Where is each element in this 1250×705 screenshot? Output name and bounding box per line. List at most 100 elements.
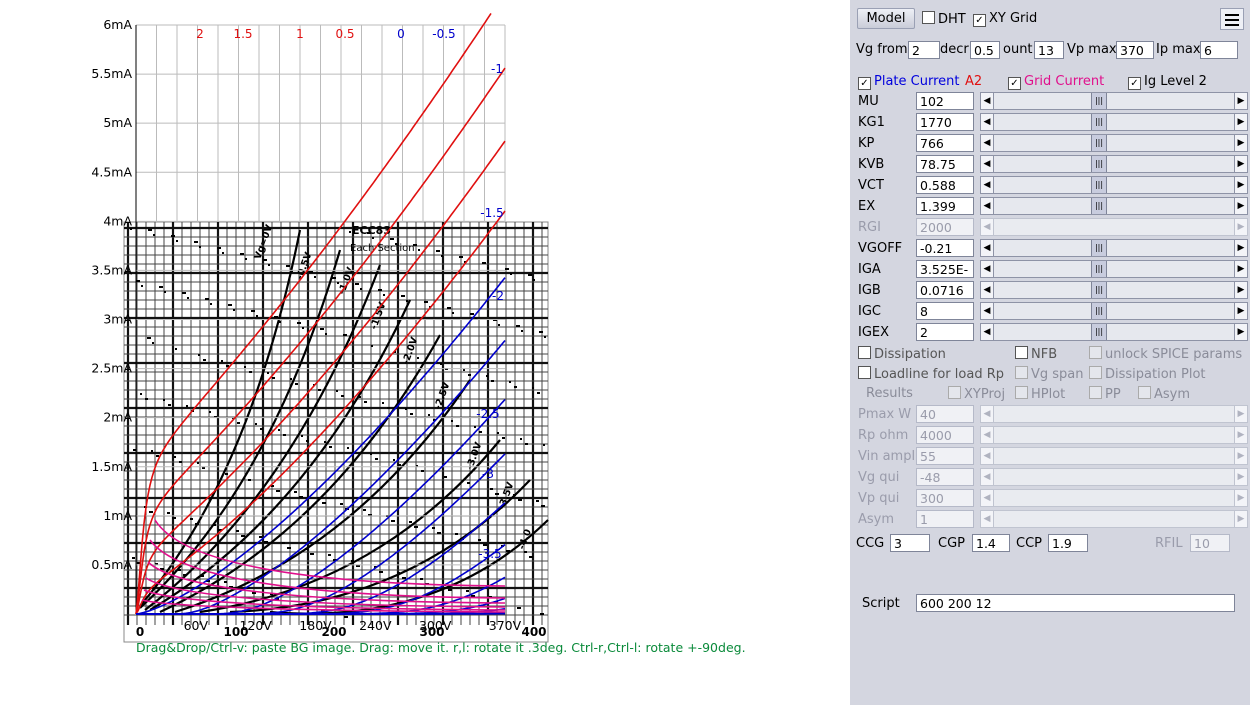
dht-checkbox-box[interactable] xyxy=(922,11,935,24)
slider-right-arrow-icon[interactable]: ▶ xyxy=(1234,426,1248,444)
hplot-checkbox[interactable]: HPlot xyxy=(1015,386,1065,402)
slider-thumb[interactable]: ||| xyxy=(1091,324,1107,340)
slider-left-arrow-icon[interactable]: ◀ xyxy=(980,113,994,131)
hamburger-menu-icon[interactable] xyxy=(1220,8,1244,30)
param-input[interactable]: 766 xyxy=(916,134,974,152)
slider-track[interactable] xyxy=(994,510,1234,528)
slider-left-arrow-icon[interactable]: ◀ xyxy=(980,176,994,194)
load-param-input[interactable]: 40 xyxy=(916,405,974,423)
xy-grid-checkbox-box[interactable]: ✓ xyxy=(973,14,986,27)
slider-track[interactable] xyxy=(994,218,1234,236)
load-param-slider[interactable]: ◀ ▶ xyxy=(980,468,1248,486)
slider-thumb[interactable]: ||| xyxy=(1091,240,1107,256)
load-param-slider[interactable]: ◀ ▶ xyxy=(980,405,1248,423)
slider-right-arrow-icon[interactable]: ▶ xyxy=(1234,405,1248,423)
slider-right-arrow-icon[interactable]: ▶ xyxy=(1234,134,1248,152)
load-param-slider[interactable]: ◀ ▶ xyxy=(980,510,1248,528)
slider-right-arrow-icon[interactable]: ▶ xyxy=(1234,447,1248,465)
pp-checkbox-box[interactable] xyxy=(1089,386,1102,399)
load-param-input[interactable]: 4000 xyxy=(916,426,974,444)
nfb-checkbox[interactable]: NFB xyxy=(1015,346,1057,362)
slider-track[interactable] xyxy=(994,447,1234,465)
loadline-checkbox[interactable]: Loadline for load Rp xyxy=(858,366,1004,382)
slider-right-arrow-icon[interactable]: ▶ xyxy=(1234,113,1248,131)
slider-left-arrow-icon[interactable]: ◀ xyxy=(980,197,994,215)
slider-thumb[interactable]: ||| xyxy=(1091,303,1107,319)
slider-left-arrow-icon[interactable]: ◀ xyxy=(980,134,994,152)
xyproj-checkbox-box[interactable] xyxy=(948,386,961,399)
slider-track[interactable]: ||| xyxy=(994,281,1234,299)
param-input[interactable]: -0.21 xyxy=(916,239,974,257)
plot-area[interactable]: ECC83 Each Section Vg=0V -0.5V -1.0V -1.5V -2.… xyxy=(0,0,850,705)
dht-checkbox[interactable]: DHT xyxy=(922,11,966,27)
slider-left-arrow-icon[interactable]: ◀ xyxy=(980,426,994,444)
pp-checkbox[interactable]: PP xyxy=(1089,386,1121,402)
slider-right-arrow-icon[interactable]: ▶ xyxy=(1234,197,1248,215)
slider-left-arrow-icon[interactable]: ◀ xyxy=(980,281,994,299)
slider-track[interactable]: ||| xyxy=(994,260,1234,278)
slider-track[interactable]: ||| xyxy=(994,113,1234,131)
slider-track[interactable] xyxy=(994,489,1234,507)
slider-track[interactable]: ||| xyxy=(994,155,1234,173)
ig-level-checkbox-box[interactable]: ✓ xyxy=(1128,77,1141,90)
slider-track[interactable]: ||| xyxy=(994,92,1234,110)
slider-track[interactable] xyxy=(994,405,1234,423)
slider-thumb[interactable]: ||| xyxy=(1091,261,1107,277)
slider-track[interactable]: ||| xyxy=(994,176,1234,194)
xyproj-checkbox[interactable]: XYProj xyxy=(948,386,1005,402)
slider-left-arrow-icon[interactable]: ◀ xyxy=(980,405,994,423)
vg-span-checkbox[interactable]: Vg span xyxy=(1015,366,1084,382)
param-input[interactable]: 0.0716 xyxy=(916,281,974,299)
slider-right-arrow-icon[interactable]: ▶ xyxy=(1234,155,1248,173)
slider-right-arrow-icon[interactable]: ▶ xyxy=(1234,281,1248,299)
slider-left-arrow-icon[interactable]: ◀ xyxy=(980,489,994,507)
dissipation-checkbox-box[interactable] xyxy=(858,346,871,359)
slider-thumb[interactable]: ||| xyxy=(1091,156,1107,172)
characteristic-plot[interactable]: ECC83Each SectionVg=0V-0.5V -1.0V-1.5V-2.… xyxy=(0,0,850,705)
slider-thumb[interactable]: ||| xyxy=(1091,198,1107,214)
cgp-input[interactable]: 1.4 xyxy=(972,534,1010,552)
slider-right-arrow-icon[interactable]: ▶ xyxy=(1234,510,1248,528)
slider-right-arrow-icon[interactable]: ▶ xyxy=(1234,323,1248,341)
dissipation-plot-checkbox[interactable]: Dissipation Plot xyxy=(1089,366,1206,382)
slider-track[interactable] xyxy=(994,468,1234,486)
slider-left-arrow-icon[interactable]: ◀ xyxy=(980,323,994,341)
slider-left-arrow-icon[interactable]: ◀ xyxy=(980,239,994,257)
slider-right-arrow-icon[interactable]: ▶ xyxy=(1234,468,1248,486)
slider-track[interactable] xyxy=(994,426,1234,444)
param-slider[interactable]: ◀ ▶ xyxy=(980,218,1248,236)
decr-input[interactable]: 0.5 xyxy=(970,41,1000,59)
param-input[interactable]: 78.75 xyxy=(916,155,974,173)
slider-right-arrow-icon[interactable]: ▶ xyxy=(1234,218,1248,236)
dissipation-checkbox[interactable]: Dissipation xyxy=(858,346,946,362)
load-param-input[interactable]: 55 xyxy=(916,447,974,465)
loadline-checkbox-box[interactable] xyxy=(858,366,871,379)
slider-left-arrow-icon[interactable]: ◀ xyxy=(980,468,994,486)
load-param-input[interactable]: -48 xyxy=(916,468,974,486)
vg-from-input[interactable]: 2 xyxy=(908,41,940,59)
ig-level-checkbox[interactable]: ✓ Ig Level 2 xyxy=(1128,74,1207,90)
param-slider[interactable]: ◀ ||| ▶ xyxy=(980,260,1248,278)
param-slider[interactable]: ◀ ||| ▶ xyxy=(980,176,1248,194)
param-slider[interactable]: ◀ ||| ▶ xyxy=(980,92,1248,110)
param-input[interactable]: 8 xyxy=(916,302,974,320)
dissipation-plot-checkbox-box[interactable] xyxy=(1089,366,1102,379)
grid-current-checkbox-box[interactable]: ✓ xyxy=(1008,77,1021,90)
load-param-slider[interactable]: ◀ ▶ xyxy=(980,489,1248,507)
plate-current-checkbox[interactable]: ✓ Plate Current xyxy=(858,74,959,90)
slider-left-arrow-icon[interactable]: ◀ xyxy=(980,218,994,236)
param-input[interactable]: 1.399 xyxy=(916,197,974,215)
slider-thumb[interactable]: ||| xyxy=(1091,93,1107,109)
ccp-input[interactable]: 1.9 xyxy=(1048,534,1088,552)
xy-grid-checkbox[interactable]: ✓ XY Grid xyxy=(973,11,1037,27)
slider-track[interactable]: ||| xyxy=(994,239,1234,257)
param-slider[interactable]: ◀ ||| ▶ xyxy=(980,302,1248,320)
load-param-input[interactable]: 300 xyxy=(916,489,974,507)
param-input[interactable]: 3.525E-4 xyxy=(916,260,974,295)
slider-right-arrow-icon[interactable]: ▶ xyxy=(1234,239,1248,257)
slider-track[interactable]: ||| xyxy=(994,302,1234,320)
slider-thumb[interactable]: ||| xyxy=(1091,114,1107,130)
vp-max-input[interactable]: 370 xyxy=(1116,41,1154,59)
load-param-slider[interactable]: ◀ ▶ xyxy=(980,447,1248,465)
param-slider[interactable]: ◀ ||| ▶ xyxy=(980,155,1248,173)
